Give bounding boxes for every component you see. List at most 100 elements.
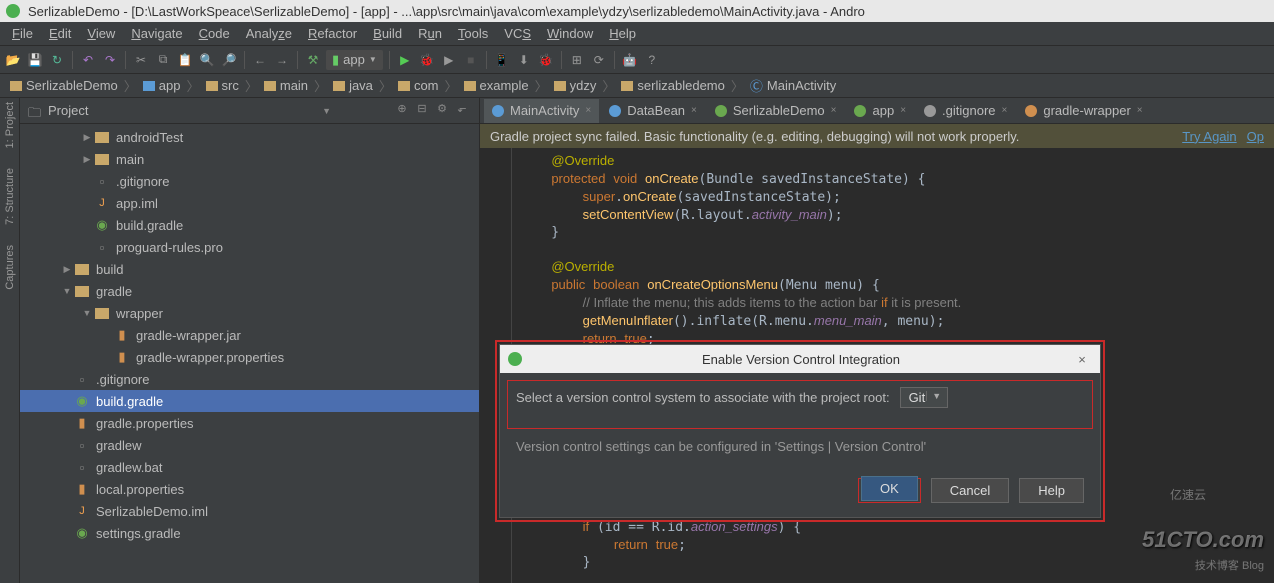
tree-item-gradlew[interactable]: ▫gradlew (20, 434, 479, 456)
make-icon[interactable]: ⚒ (304, 51, 322, 69)
open-icon[interactable]: 📂 (4, 51, 22, 69)
tree-item-.gitignore[interactable]: ▫.gitignore (20, 170, 479, 192)
enable-vcs-dialog: Enable Version Control Integration × Sel… (499, 344, 1101, 518)
menu-tools[interactable]: Tools (450, 26, 496, 41)
editor-tab-.gitignore[interactable]: .gitignore× (916, 99, 1015, 123)
side-tab-structure[interactable]: 7: Structure (4, 168, 16, 225)
breadcrumb-java[interactable]: java (329, 78, 377, 93)
project-tool-window: 🗀 Project ▼ ⊕ ⊟ ⚙ ⬐ ▶androidTest▶main▫.g… (20, 98, 480, 583)
vcs-prompt-highlight: Select a version control system to assoc… (507, 380, 1093, 429)
dialog-close-icon[interactable]: × (1072, 352, 1092, 367)
editor-tab-MainActivity[interactable]: MainActivity× (484, 99, 599, 123)
tree-item-main[interactable]: ▶main (20, 148, 479, 170)
breadcrumb-MainActivity[interactable]: ⒸMainActivity (746, 76, 840, 95)
side-tab-captures[interactable]: Captures (4, 245, 16, 290)
debug-icon[interactable]: 🐞 (418, 51, 436, 69)
gear-icon[interactable]: ⚙ (433, 102, 451, 120)
stop-icon[interactable]: ■ (462, 51, 480, 69)
tree-item-settings.gradle[interactable]: ◉settings.gradle (20, 522, 479, 544)
sync-icon[interactable]: ↻ (48, 51, 66, 69)
cut-icon[interactable]: ✂ (132, 51, 150, 69)
menu-build[interactable]: Build (365, 26, 410, 41)
close-tab-icon[interactable]: × (1002, 105, 1008, 116)
tree-item-gradle[interactable]: ▼gradle (20, 280, 479, 302)
undo-icon[interactable]: ↶ (79, 51, 97, 69)
tree-item-proguard-rules.pro[interactable]: ▫proguard-rules.pro (20, 236, 479, 258)
menu-vcs[interactable]: VCS (496, 26, 539, 41)
menu-view[interactable]: View (79, 26, 123, 41)
breadcrumb-com[interactable]: com (394, 78, 443, 93)
editor-tab-app[interactable]: app× (846, 99, 914, 123)
project-tree[interactable]: ▶androidTest▶main▫.gitignoreJapp.iml◉bui… (20, 124, 479, 583)
find-icon[interactable]: 🔍 (198, 51, 216, 69)
side-tab-project[interactable]: 1: Project (4, 102, 16, 148)
run-config-selector[interactable]: ▮ app ▼ (326, 50, 383, 70)
copy-icon[interactable]: ⧉ (154, 51, 172, 69)
menu-navigate[interactable]: Navigate (123, 26, 190, 41)
sdk-icon[interactable]: ⬇ (515, 51, 533, 69)
try-again-link[interactable]: Try Again (1182, 129, 1236, 144)
tree-item-app.iml[interactable]: Japp.iml (20, 192, 479, 214)
avd-icon[interactable]: 📱 (493, 51, 511, 69)
tree-item-build[interactable]: ▶build (20, 258, 479, 280)
scroll-to-icon[interactable]: ⊕ (393, 102, 411, 120)
replace-icon[interactable]: 🔎 (220, 51, 238, 69)
run-icon[interactable]: ▶ (396, 51, 414, 69)
close-tab-icon[interactable]: × (900, 105, 906, 116)
menu-code[interactable]: Code (191, 26, 238, 41)
tree-item-gradlew.bat[interactable]: ▫gradlew.bat (20, 456, 479, 478)
ok-button[interactable]: OK (861, 476, 918, 501)
menu-analyze[interactable]: Analyze (238, 26, 300, 41)
sync-gradle-icon[interactable]: ⟳ (590, 51, 608, 69)
menu-run[interactable]: Run (410, 26, 450, 41)
tree-item-gradle-wrapper.jar[interactable]: ▮gradle-wrapper.jar (20, 324, 479, 346)
forward-icon[interactable]: → (273, 51, 291, 69)
breadcrumb-serlizabledemo[interactable]: serlizabledemo (617, 78, 728, 93)
back-icon[interactable]: ← (251, 51, 269, 69)
vcs-prompt-label: Select a version control system to assoc… (516, 390, 890, 405)
breadcrumb-SerlizableDemo[interactable]: SerlizableDemo (6, 78, 122, 93)
android-icon2[interactable]: 🤖 (621, 51, 639, 69)
app-logo-icon (6, 4, 20, 18)
hide-icon[interactable]: ⬐ (453, 102, 471, 120)
help-button[interactable]: Help (1019, 478, 1084, 503)
close-tab-icon[interactable]: × (831, 105, 837, 116)
tree-item-local.properties[interactable]: ▮local.properties (20, 478, 479, 500)
close-tab-icon[interactable]: × (691, 105, 697, 116)
breadcrumb-example[interactable]: example (460, 78, 533, 93)
editor-tab-gradle-wrapper[interactable]: gradle-wrapper× (1017, 99, 1150, 123)
vcs-select[interactable]: Git (900, 387, 949, 408)
cancel-button[interactable]: Cancel (931, 478, 1009, 503)
tree-item-gradle-wrapper.properties[interactable]: ▮gradle-wrapper.properties (20, 346, 479, 368)
editor-tab-DataBean[interactable]: DataBean× (601, 99, 705, 123)
menu-help[interactable]: Help (601, 26, 644, 41)
coverage-icon[interactable]: ▶ (440, 51, 458, 69)
close-tab-icon[interactable]: × (585, 105, 591, 116)
breadcrumb-ydzy[interactable]: ydzy (550, 78, 601, 93)
menu-refactor[interactable]: Refactor (300, 26, 365, 41)
breadcrumb-src[interactable]: src (202, 78, 243, 93)
paste-icon[interactable]: 📋 (176, 51, 194, 69)
menu-file[interactable]: File (4, 26, 41, 41)
editor-tab-SerlizableDemo[interactable]: SerlizableDemo× (707, 99, 845, 123)
ddms-icon[interactable]: 🐞 (537, 51, 555, 69)
collapse-icon[interactable]: ⊟ (413, 102, 431, 120)
menu-edit[interactable]: Edit (41, 26, 79, 41)
structure-icon[interactable]: ⊞ (568, 51, 586, 69)
tree-item-gradle.properties[interactable]: ▮gradle.properties (20, 412, 479, 434)
tree-item-build.gradle[interactable]: ◉build.gradle (20, 214, 479, 236)
open-link[interactable]: Op (1247, 129, 1264, 144)
tree-item-wrapper[interactable]: ▼wrapper (20, 302, 479, 324)
breadcrumb-main[interactable]: main (260, 78, 312, 93)
close-tab-icon[interactable]: × (1137, 105, 1143, 116)
help-icon[interactable]: ? (643, 51, 661, 69)
breadcrumb-app[interactable]: app (139, 78, 185, 93)
tree-item-.gitignore[interactable]: ▫.gitignore (20, 368, 479, 390)
save-icon[interactable]: 💾 (26, 51, 44, 69)
menu-window[interactable]: Window (539, 26, 601, 41)
tree-item-build.gradle[interactable]: ◉build.gradle (20, 390, 479, 412)
redo-icon[interactable]: ↷ (101, 51, 119, 69)
tree-item-androidTest[interactable]: ▶androidTest (20, 126, 479, 148)
tree-item-SerlizableDemo.iml[interactable]: JSerlizableDemo.iml (20, 500, 479, 522)
project-view-title[interactable]: Project (48, 103, 322, 118)
